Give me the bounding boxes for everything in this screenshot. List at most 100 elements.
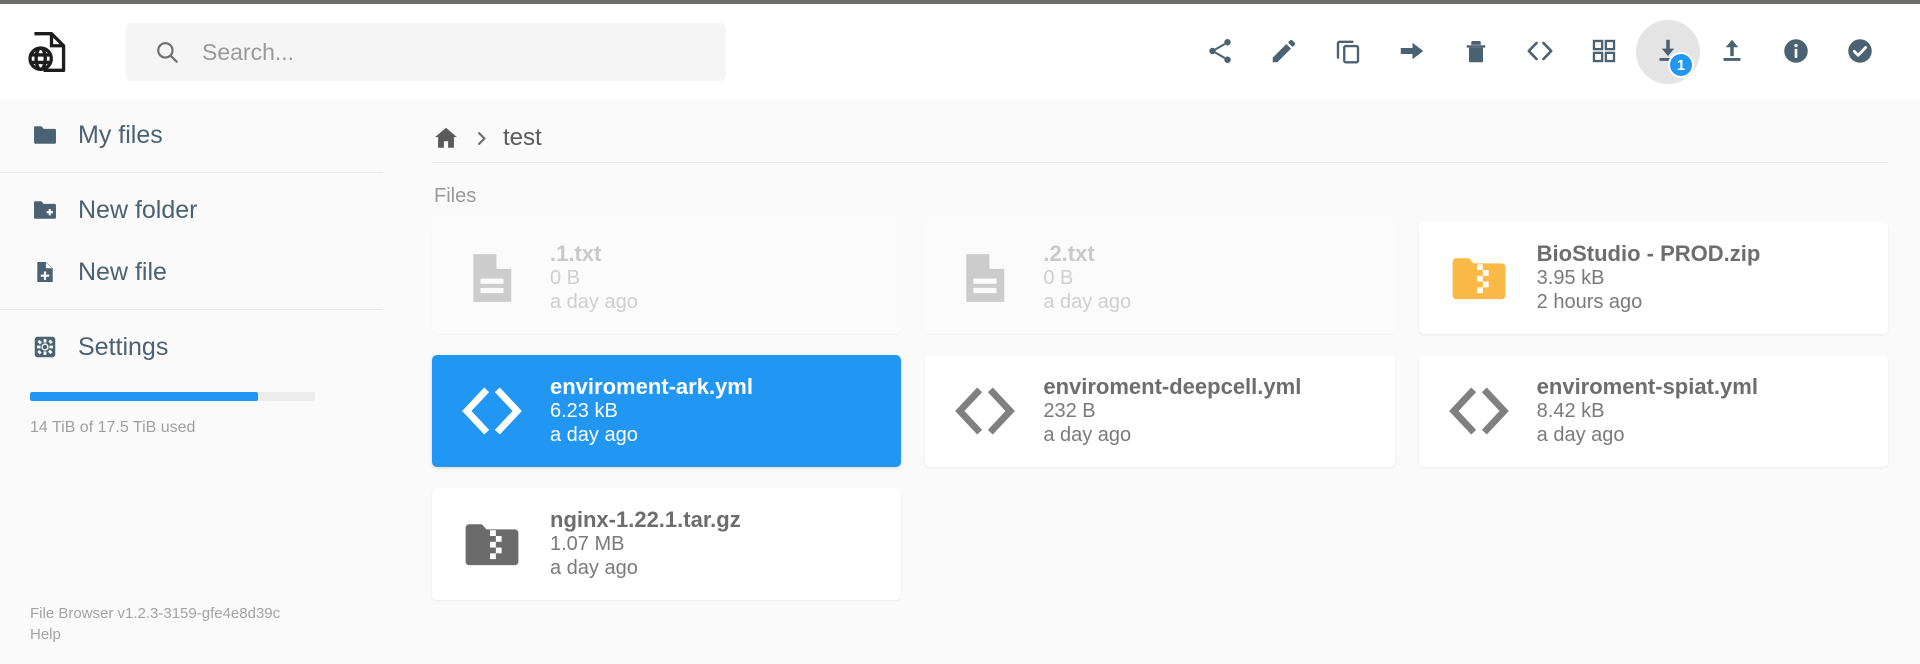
app-header: 1: [0, 4, 1920, 100]
file-name: enviroment-deepcell.yml: [1043, 374, 1302, 400]
text-file-icon: [456, 242, 528, 314]
sidebar-item-label: New folder: [78, 195, 198, 224]
file-size: 8.42 kB: [1536, 400, 1605, 423]
chevron-right-icon: [473, 130, 490, 147]
sidebar: My files New folder New file Settings 14…: [0, 100, 383, 664]
search-icon: [154, 39, 180, 65]
file-name: .1.txt: [550, 241, 602, 267]
file-size: 0 B: [1043, 267, 1074, 290]
file-meta: .1.txt 0 B a day ago: [550, 241, 638, 314]
sidebar-item-new-file[interactable]: New file: [0, 241, 383, 303]
select-multiple-button[interactable]: [1828, 20, 1892, 84]
code-view-button[interactable]: [1508, 20, 1572, 84]
file-card-selected[interactable]: enviroment-ark.yml 6.23 kB a day ago: [432, 355, 902, 467]
file-modified: a day ago: [550, 423, 638, 446]
pencil-icon: [1269, 36, 1299, 69]
sidebar-item-my-files[interactable]: My files: [0, 104, 383, 166]
file-size: 1.07 MB: [550, 533, 625, 556]
sidebar-divider: [0, 309, 383, 310]
file-meta: enviroment-deepcell.yml 232 B a day ago: [1043, 374, 1301, 447]
file-size: 0 B: [550, 267, 581, 290]
file-grid: .1.txt 0 B a day ago .2.txt 0 B a day ag…: [432, 222, 1888, 600]
text-file-icon: [949, 242, 1021, 314]
sidebar-item-settings[interactable]: Settings: [0, 316, 383, 378]
help-link[interactable]: Help: [30, 624, 353, 646]
storage-progress-fill: [30, 392, 258, 401]
sidebar-divider: [0, 172, 383, 173]
sidebar-item-label: My files: [78, 120, 163, 149]
info-circle-icon: [1781, 36, 1811, 69]
arrow-right-icon: [1397, 36, 1427, 69]
switch-view-button[interactable]: [1572, 20, 1636, 84]
file-globe-logo-icon[interactable]: [22, 25, 76, 79]
file-size: 3.95 kB: [1536, 267, 1605, 290]
share-icon: [1205, 36, 1235, 69]
archive-folder-icon: [456, 508, 528, 580]
trash-icon: [1461, 36, 1491, 69]
sidebar-item-label: New file: [78, 257, 167, 286]
code-file-icon: [949, 375, 1021, 447]
files-section-label: Files: [434, 185, 477, 207]
sidebar-footer: File Browser v1.2.3-3159-gfe4e8d39c Help: [0, 603, 383, 664]
storage-usage: 14 TiB of 17.5 TiB used: [0, 378, 383, 437]
upload-button[interactable]: [1700, 20, 1764, 84]
code-file-icon: [456, 375, 528, 447]
check-circle-icon: [1845, 36, 1875, 69]
code-file-icon: [1443, 375, 1515, 447]
folder-icon: [30, 120, 60, 150]
file-modified: a day ago: [1043, 290, 1132, 313]
file-name: .2.txt: [1043, 241, 1095, 267]
file-name: enviroment-ark.yml: [550, 374, 753, 400]
storage-progress-bar: [30, 392, 315, 401]
search-input[interactable]: [202, 23, 726, 81]
code-brackets-icon: [1524, 35, 1556, 70]
file-meta: nginx-1.22.1.tar.gz 1.07 MB a day ago: [550, 507, 741, 580]
share-button[interactable]: [1188, 20, 1252, 84]
app-version: File Browser v1.2.3-3159-gfe4e8d39c: [30, 604, 281, 622]
file-card[interactable]: enviroment-spiat.yml 8.42 kB a day ago: [1418, 355, 1888, 467]
sidebar-group-create: New folder New file: [0, 179, 383, 303]
gear-icon: [30, 332, 60, 362]
file-modified: a day ago: [1536, 423, 1625, 446]
breadcrumb-item-test[interactable]: test: [503, 124, 542, 152]
sidebar-group-files: My files: [0, 104, 383, 166]
file-size: 6.23 kB: [550, 400, 618, 423]
file-card[interactable]: nginx-1.22.1.tar.gz 1.07 MB a day ago: [432, 488, 902, 600]
file-card[interactable]: .1.txt 0 B a day ago: [432, 222, 902, 334]
download-count-badge: 1: [1668, 52, 1694, 78]
search-bar[interactable]: [126, 23, 726, 81]
sidebar-item-new-folder[interactable]: New folder: [0, 179, 383, 241]
move-button[interactable]: [1380, 20, 1444, 84]
file-meta: .2.txt 0 B a day ago: [1043, 241, 1131, 314]
file-meta: BioStudio - PROD.zip 3.95 kB 2 hours ago: [1537, 241, 1761, 314]
action-toolbar: 1: [1188, 20, 1892, 84]
storage-usage-text: 14 TiB of 17.5 TiB used: [30, 419, 196, 436]
file-modified: a day ago: [550, 556, 638, 579]
download-button[interactable]: 1: [1636, 20, 1700, 84]
copy-icon: [1333, 36, 1363, 69]
file-card[interactable]: .2.txt 0 B a day ago: [925, 222, 1395, 334]
file-name: enviroment-spiat.yml: [1536, 374, 1758, 400]
file-meta: enviroment-ark.yml 6.23 kB a day ago: [550, 374, 753, 447]
sidebar-item-label: Settings: [78, 332, 169, 361]
archive-folder-icon: [1443, 242, 1515, 314]
main-content: test Files .1.txt 0 B a day ago .2.txt 0…: [383, 100, 1920, 664]
file-plus-icon: [30, 257, 60, 287]
delete-button[interactable]: [1444, 20, 1508, 84]
info-button[interactable]: [1764, 20, 1828, 84]
app-body: My files New folder New file Settings 14…: [0, 100, 1920, 664]
home-icon[interactable]: [432, 124, 460, 152]
breadcrumb-rule: [432, 162, 1888, 163]
file-name: nginx-1.22.1.tar.gz: [550, 507, 741, 533]
grid-view-icon: [1590, 37, 1618, 68]
file-meta: enviroment-spiat.yml 8.42 kB a day ago: [1537, 374, 1758, 447]
rename-button[interactable]: [1252, 20, 1316, 84]
file-modified: a day ago: [550, 290, 638, 313]
breadcrumb: test: [432, 100, 1888, 162]
file-card[interactable]: enviroment-deepcell.yml 232 B a day ago: [925, 355, 1395, 467]
copy-button[interactable]: [1316, 20, 1380, 84]
file-size: 232 B: [1043, 400, 1096, 423]
file-card[interactable]: BioStudio - PROD.zip 3.95 kB 2 hours ago: [1418, 222, 1888, 334]
upload-icon: [1717, 36, 1747, 69]
file-modified: 2 hours ago: [1536, 290, 1643, 313]
